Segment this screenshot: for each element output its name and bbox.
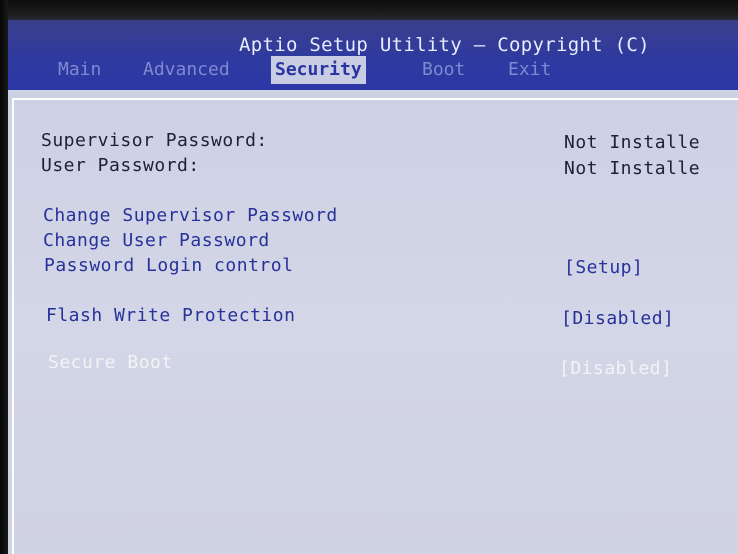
flash-write-protection-item[interactable]: Flash Write Protection <box>46 305 295 326</box>
change-supervisor-password-item[interactable]: Change Supervisor Password <box>43 205 338 226</box>
user-password-label: User Password: <box>41 155 200 176</box>
password-login-control-item[interactable]: Password Login control <box>44 255 293 276</box>
supervisor-password-status: Not Installe <box>564 132 701 153</box>
monitor-bezel-left <box>0 0 8 554</box>
password-login-control-value[interactable]: [Setup] <box>564 257 643 278</box>
tab-main[interactable]: Main <box>54 56 105 84</box>
bios-screen: Aptio Setup Utility – Copyright (C) Main… <box>8 20 738 554</box>
tab-security[interactable]: Security <box>271 56 366 84</box>
secure-boot-value: [Disabled] <box>559 358 673 379</box>
bios-header: Aptio Setup Utility – Copyright (C) Main… <box>8 20 738 90</box>
utility-title: Aptio Setup Utility – Copyright (C) <box>239 34 650 56</box>
monitor-bezel-top <box>0 0 738 22</box>
tab-advanced[interactable]: Advanced <box>139 56 234 84</box>
change-user-password-item[interactable]: Change User Password <box>43 230 270 251</box>
flash-write-protection-value[interactable]: [Disabled] <box>561 308 674 329</box>
supervisor-password-label: Supervisor Password: <box>41 130 268 151</box>
secure-boot-item: Secure Boot <box>48 352 173 373</box>
tab-exit[interactable]: Exit <box>504 56 555 84</box>
user-password-status: Not Installe <box>564 158 701 179</box>
tab-boot[interactable]: Boot <box>418 56 469 84</box>
security-panel: Supervisor Password: Not Installe User P… <box>8 90 738 554</box>
